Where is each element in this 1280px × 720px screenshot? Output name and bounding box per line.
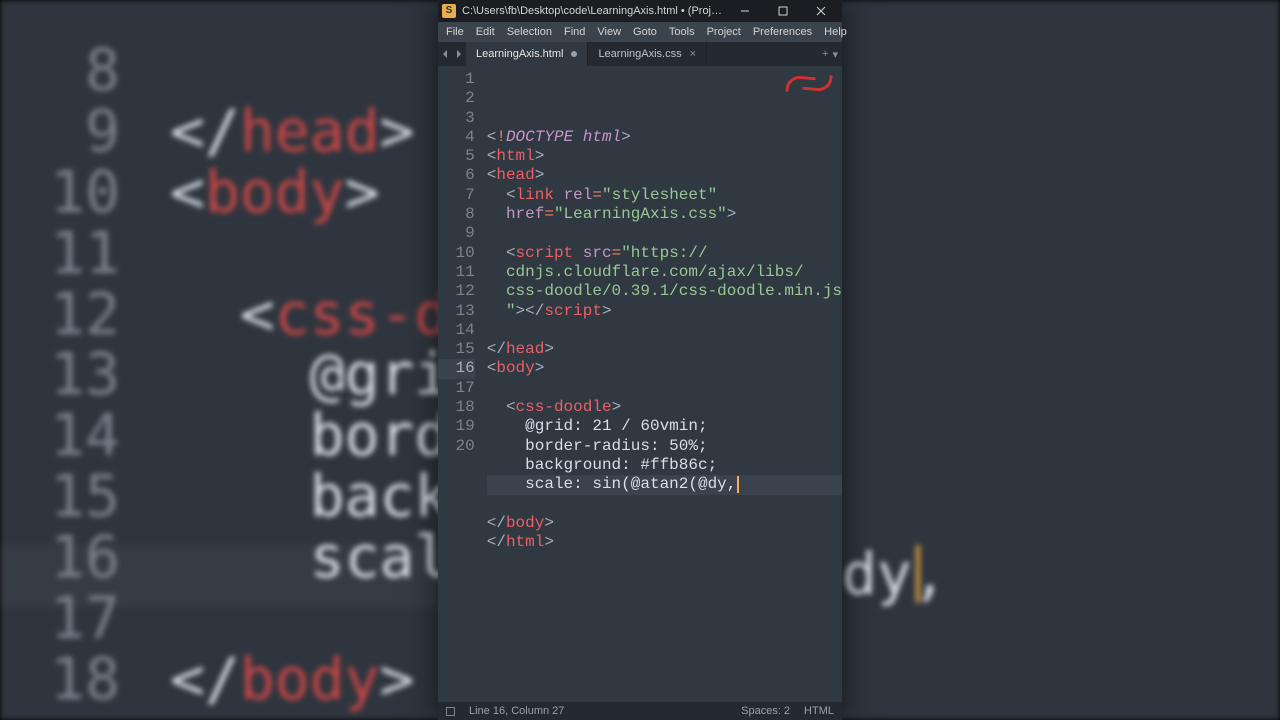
line-number-gutter: 1234567891011121314151617181920	[438, 66, 483, 702]
tab-close-icon[interactable]: ×	[690, 49, 696, 60]
menu-selection[interactable]: Selection	[501, 24, 558, 40]
chevron-left-icon	[442, 50, 448, 58]
tab-nav-right[interactable]	[452, 42, 466, 66]
tab-label: LearningAxis.html	[476, 48, 563, 60]
menu-preferences[interactable]: Preferences	[747, 24, 818, 40]
bg-code-right: dy,	[842, 300, 947, 604]
maximize-button[interactable]	[766, 0, 800, 22]
close-button[interactable]	[804, 0, 838, 22]
dirty-indicator-icon	[571, 51, 577, 57]
bg-caret	[916, 545, 920, 603]
minimize-icon	[740, 6, 750, 16]
code-area[interactable]: <!DOCTYPE html><html><head> <link rel="s…	[483, 66, 842, 702]
minimize-button[interactable]	[728, 0, 762, 22]
menu-edit[interactable]: Edit	[470, 24, 501, 40]
tab-label: LearningAxis.css	[598, 48, 681, 60]
menu-bar: File Edit Selection Find View Goto Tools…	[438, 22, 842, 42]
app-icon	[442, 4, 456, 18]
menu-tools[interactable]: Tools	[663, 24, 701, 40]
code-editor[interactable]: 1234567891011121314151617181920 <!DOCTYP…	[438, 66, 842, 702]
tab-bar: LearningAxis.html LearningAxis.css × + ▾	[438, 42, 842, 66]
maximize-icon	[778, 6, 788, 16]
menu-help[interactable]: Help	[818, 24, 853, 40]
window-title: C:\Users\fb\Desktop\code\LearningAxis.ht…	[462, 5, 724, 17]
tab-menu-button[interactable]: ▾	[832, 48, 838, 61]
menu-view[interactable]: View	[591, 24, 627, 40]
menu-goto[interactable]: Goto	[627, 24, 663, 40]
new-tab-button[interactable]: +	[822, 48, 828, 60]
watermark-logo-icon	[786, 72, 832, 96]
tab-learningaxis-css[interactable]: LearningAxis.css ×	[588, 42, 707, 66]
status-cursor-position: Line 16, Column 27	[469, 705, 564, 717]
status-bar: Line 16, Column 27 Spaces: 2 HTML	[438, 702, 842, 720]
chevron-right-icon	[456, 50, 462, 58]
editor-window: C:\Users\fb\Desktop\code\LearningAxis.ht…	[438, 0, 842, 720]
status-syntax[interactable]: HTML	[804, 705, 834, 717]
title-bar: C:\Users\fb\Desktop\code\LearningAxis.ht…	[438, 0, 842, 22]
bg-code-preview: 89</head>10<body>1112 <css-do13 @grid:14…	[20, 40, 440, 710]
menu-file[interactable]: File	[440, 24, 470, 40]
close-icon	[816, 6, 826, 16]
status-indent[interactable]: Spaces: 2	[741, 705, 790, 717]
menu-find[interactable]: Find	[558, 24, 591, 40]
tab-nav-left[interactable]	[438, 42, 452, 66]
status-panel-toggle[interactable]	[446, 707, 455, 716]
tab-learningaxis-html[interactable]: LearningAxis.html	[466, 42, 588, 66]
menu-project[interactable]: Project	[701, 24, 747, 40]
